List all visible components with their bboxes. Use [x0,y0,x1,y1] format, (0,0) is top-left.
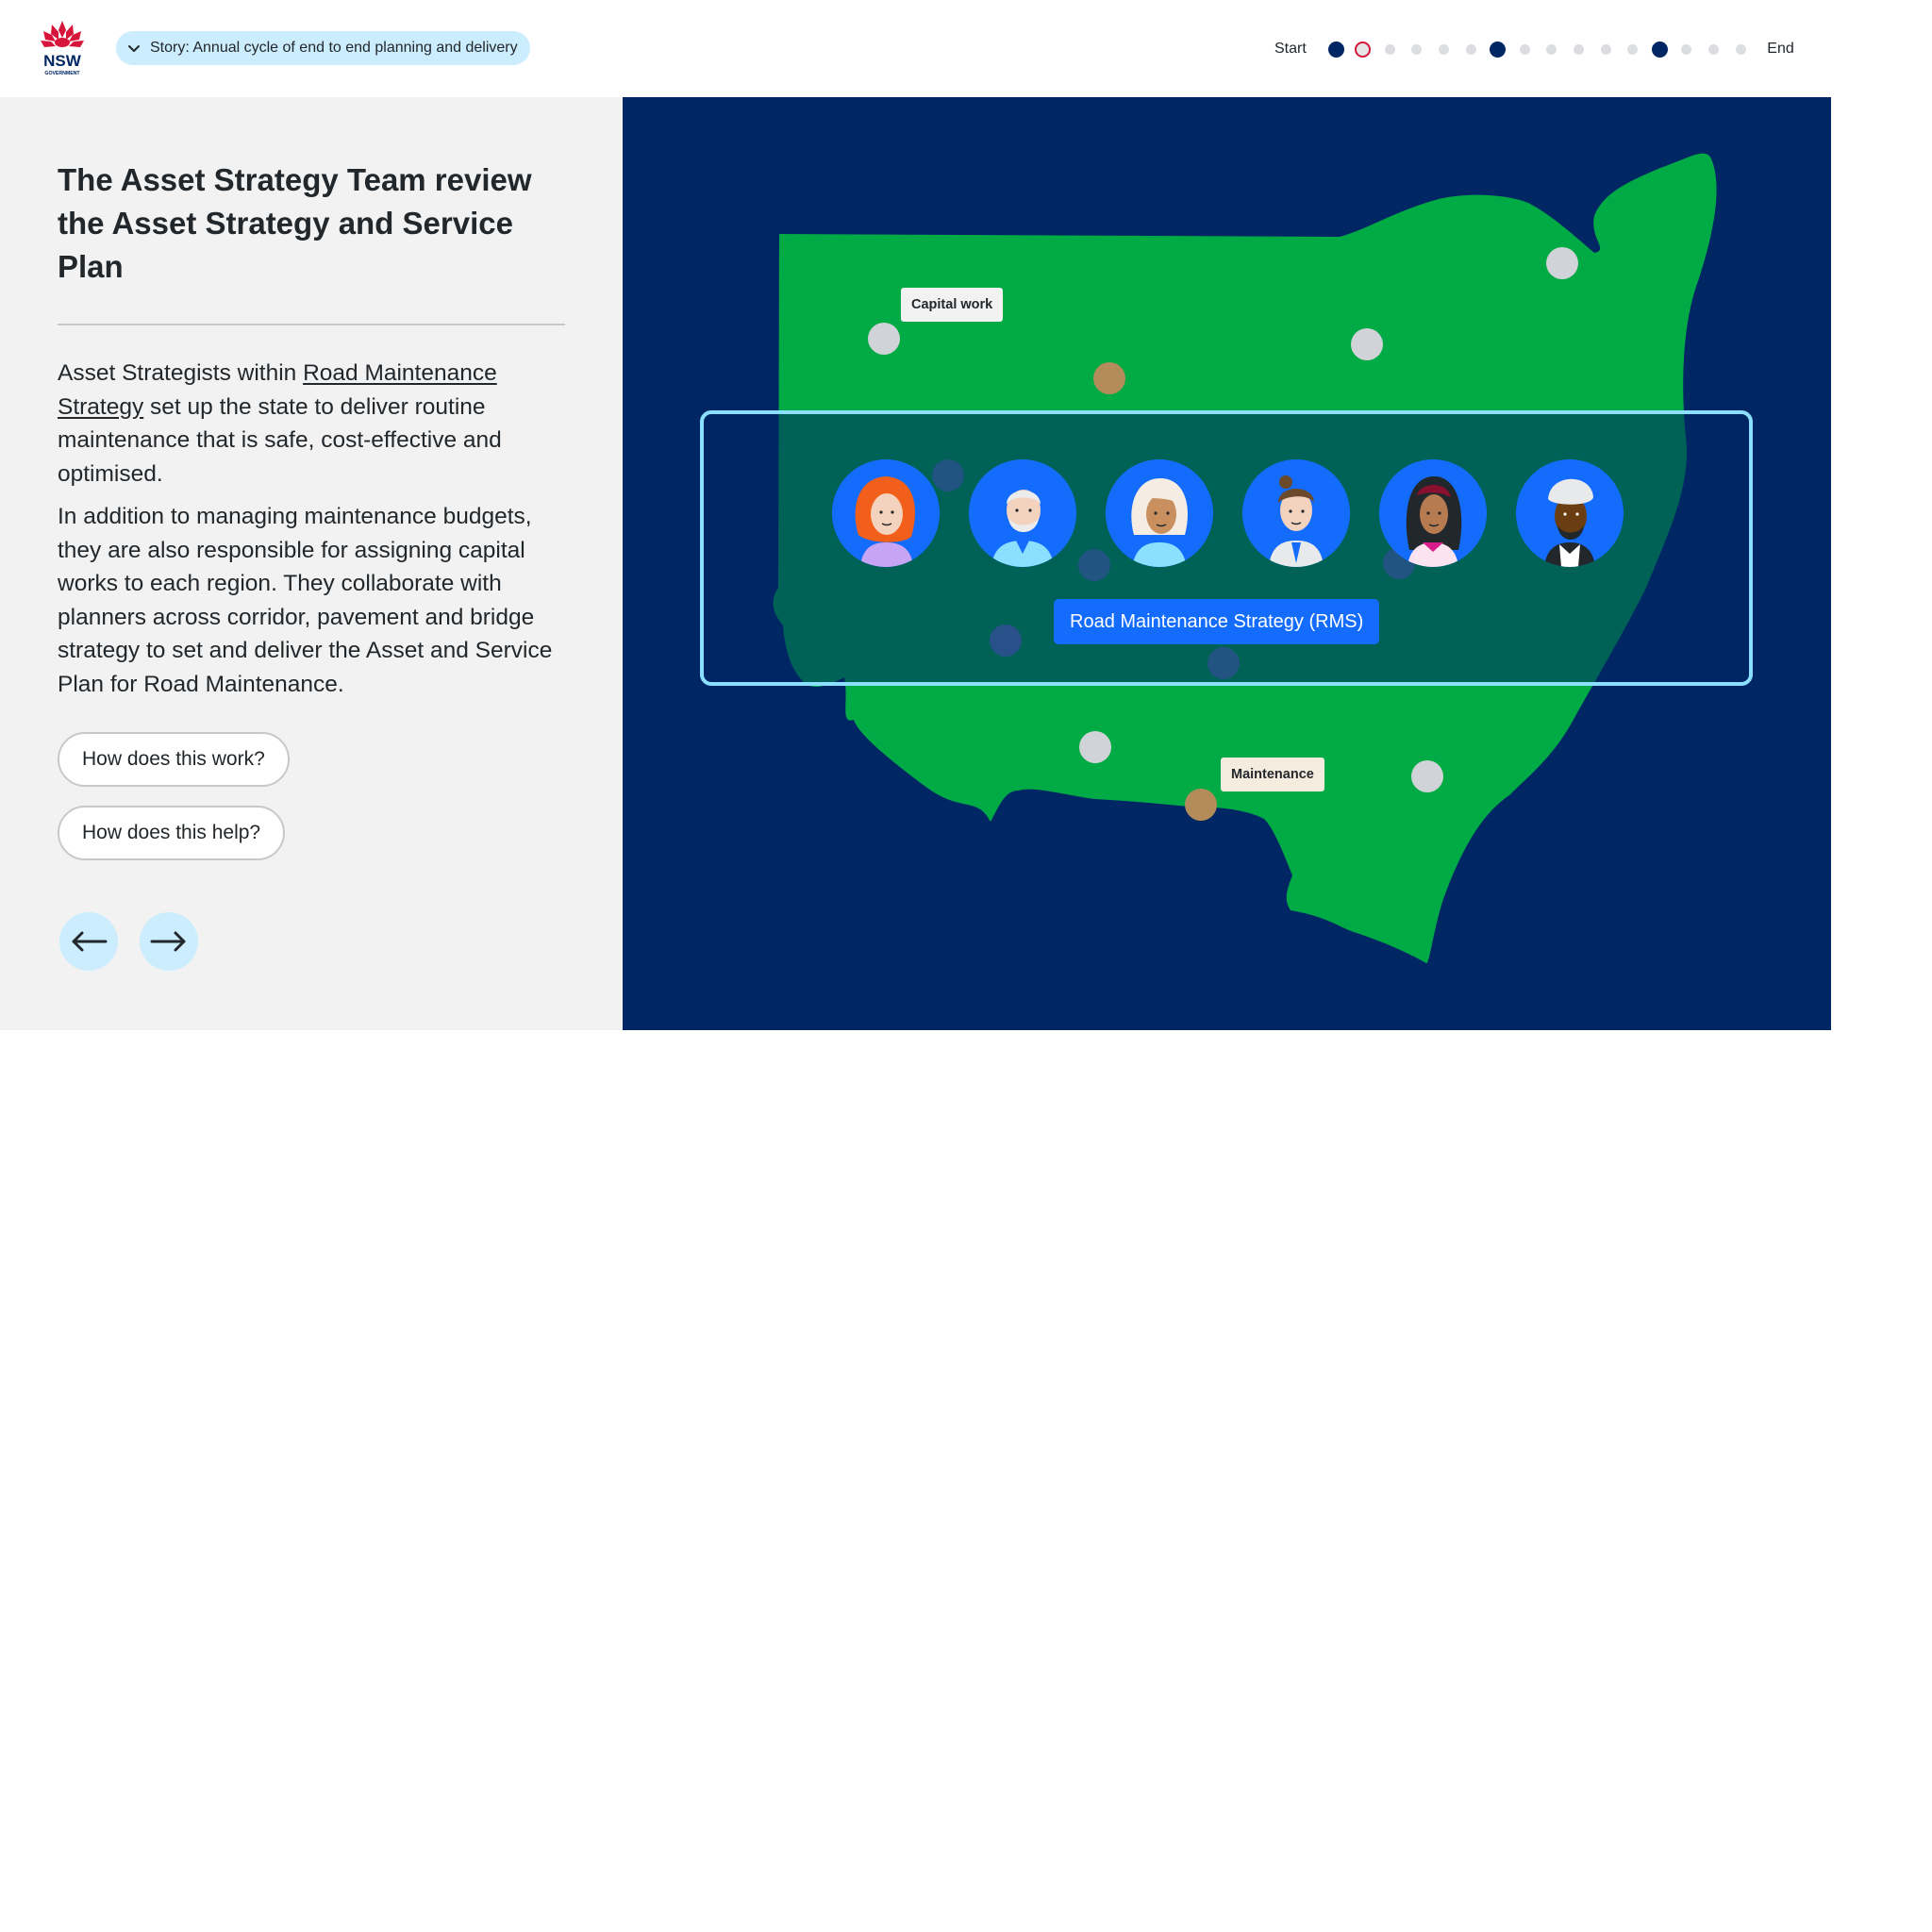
progress-dot-indicator [1735,43,1746,55]
story-text-panel: The Asset Strategy Team review the Asset… [0,97,623,1030]
progress-dot-indicator [1411,43,1423,55]
progress-dot-indicator [1573,43,1584,55]
progress-dot-indicator [1707,43,1719,55]
progress-step-14[interactable] [1674,39,1701,59]
team-member-avatar[interactable] [1516,459,1624,567]
chevron-down-icon [128,45,140,52]
progress-dots [1323,39,1755,59]
previous-button[interactable] [59,912,118,971]
person-blonde-woman-icon [1106,459,1213,567]
progress-step-3[interactable] [1376,39,1404,59]
progress-step-2[interactable] [1349,39,1376,59]
progress-start-label: Start [1274,41,1307,57]
person-dark-hair-woman-icon [1379,459,1487,567]
progress-dot-indicator [1438,43,1449,55]
how-does-this-help-button[interactable]: How does this help? [58,806,286,860]
map-marker [990,625,1022,657]
progress-step-8[interactable] [1511,39,1539,59]
progress-end-label: End [1767,41,1794,57]
person-man-bun-icon [1242,459,1350,567]
progress-step-6[interactable] [1457,39,1485,59]
title-divider [58,324,565,325]
logo-subtext: GOVERNMENT [44,71,80,76]
rms-team-label: Road Maintenance Strategy (RMS) [1054,599,1380,644]
header: NSW GOVERNMENT Story: Annual cycle of en… [0,0,1830,97]
arrow-left-icon [72,931,108,952]
page-title: The Asset Strategy Team review the Asset… [58,162,532,284]
progress-dot-indicator [1327,41,1344,58]
person-red-hair-icon [832,459,940,567]
how-does-this-work-button[interactable]: How does this work? [58,732,290,787]
team-member-avatar[interactable] [832,459,940,567]
story-selector-button[interactable]: Story: Annual cycle of end to end planni… [116,31,530,65]
detail-paragraph: In addition to managing maintenance budg… [58,504,553,697]
team-member-avatar[interactable] [969,459,1076,567]
progress-step-9[interactable] [1539,39,1566,59]
story-selector-label: Story: Annual cycle of end to end planni… [150,40,518,56]
progress-step-10[interactable] [1565,39,1592,59]
progress-dot-indicator [1627,43,1639,55]
rms-team-avatars [832,459,1624,567]
next-button[interactable] [140,912,198,971]
intro-paragraph: Asset Strategists within Road Maintenanc… [58,357,567,491]
progress-dot-indicator [1546,43,1557,55]
progress-step-7[interactable] [1484,39,1511,59]
team-member-avatar[interactable] [1106,459,1213,567]
progress-dot-indicator [1681,43,1692,55]
person-older-man-icon [969,459,1076,567]
team-member-avatar[interactable] [1379,459,1487,567]
progress-step-12[interactable] [1619,39,1646,59]
progress-step-1[interactable] [1323,39,1350,59]
progress-step-5[interactable] [1430,39,1457,59]
arrow-right-icon [150,931,186,952]
progress-dot-indicator [1600,43,1611,55]
team-member-avatar[interactable] [1242,459,1350,567]
nsw-map-illustration: Capital work Maintenance Road Maintenanc… [623,97,1831,1030]
logo-wordmark: NSW [43,52,82,70]
map-marker [1208,647,1240,679]
progress-dot-indicator [1355,41,1372,58]
progress-dot-indicator [1384,43,1395,55]
progress-dot-indicator [1465,43,1476,55]
progress-step-11[interactable] [1592,39,1620,59]
progress-dot-indicator [1519,43,1530,55]
nsw-government-logo[interactable]: NSW GOVERNMENT [36,19,89,77]
person-head-wrap-man-icon [1516,459,1624,567]
progress-step-4[interactable] [1404,39,1431,59]
waratah-icon: NSW GOVERNMENT [41,21,84,76]
progress-step-15[interactable] [1700,39,1727,59]
progress-step-16[interactable] [1727,39,1755,59]
intro-text-before: Asset Strategists within [58,360,304,386]
progress-dot-indicator [1651,41,1668,58]
progress-step-13[interactable] [1646,39,1674,59]
progress-dot-indicator [1490,41,1507,58]
story-progress: Start End [1274,39,1794,59]
